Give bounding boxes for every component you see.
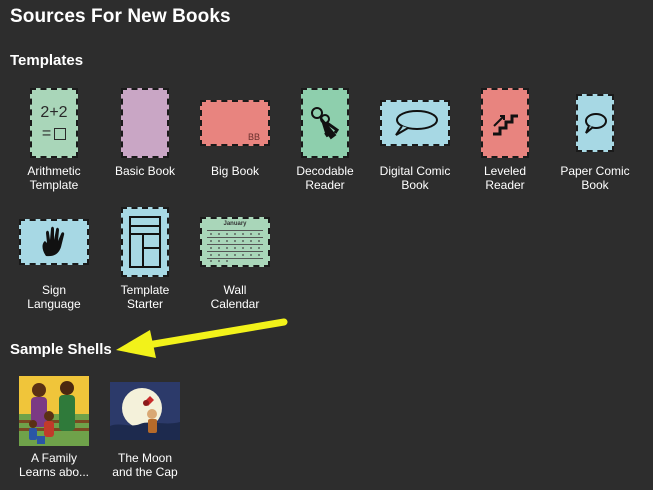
template-label: Wall Calendar	[210, 283, 260, 311]
shell-the-moon[interactable]: The Moon and the Cap	[100, 375, 190, 479]
template-label: Decodable Reader	[296, 164, 354, 192]
template-label: Big Book	[210, 164, 260, 178]
arithmetic-equals-text: =	[41, 125, 52, 142]
templates-heading: Templates	[10, 52, 84, 69]
answer-box-icon	[54, 128, 67, 140]
template-big-book[interactable]: BB Big Book	[190, 86, 280, 178]
calendar-icon: January	[200, 217, 270, 267]
speech-bubble-icon	[576, 94, 614, 152]
shell-label: A Family Learns abo...	[18, 451, 90, 479]
template-label: Sign Language	[27, 283, 81, 311]
keys-icon	[301, 88, 349, 158]
page-title: Sources For New Books	[10, 6, 231, 27]
moon-illustration	[110, 382, 180, 440]
template-sign-language[interactable]: Sign Language	[9, 205, 99, 311]
template-label: Basic Book	[114, 164, 176, 178]
template-leveled-reader[interactable]: Leveled Reader	[460, 86, 550, 192]
template-label: Arithmetic Template	[27, 164, 81, 192]
template-wall-calendar[interactable]: January Wall Calendar	[190, 205, 280, 311]
template-label: Paper Comic Book	[560, 164, 630, 192]
pointer-arrow	[116, 318, 288, 358]
template-digital-comic-book[interactable]: Digital Comic Book	[370, 86, 460, 192]
sample-shells-heading: Sample Shells	[10, 341, 112, 358]
shell-label: The Moon and the Cap	[112, 451, 178, 479]
blank-page-icon	[121, 88, 169, 158]
template-arithmetic[interactable]: 2+2 = Arithmetic Template	[9, 86, 99, 192]
arithmetic-top-text: 2+2	[40, 104, 68, 121]
template-label: Digital Comic Book	[379, 164, 451, 192]
layout-icon	[121, 207, 169, 277]
template-decodable-reader[interactable]: Decodable Reader	[280, 86, 370, 192]
template-label: Leveled Reader	[483, 164, 527, 192]
calendar-grid	[207, 230, 263, 262]
big-book-mark: BB	[247, 132, 260, 142]
stairs-icon	[481, 88, 529, 158]
calendar-month: January	[223, 221, 247, 227]
family-illustration	[19, 376, 89, 446]
arithmetic-icon: 2+2 =	[30, 88, 78, 158]
hand-icon	[19, 219, 89, 265]
template-template-starter[interactable]: Template Starter	[100, 205, 190, 311]
shell-a-family[interactable]: A Family Learns abo...	[9, 375, 99, 479]
template-label: Template Starter	[120, 283, 170, 311]
template-basic-book[interactable]: Basic Book	[100, 86, 190, 178]
template-paper-comic-book[interactable]: Paper Comic Book	[550, 86, 640, 192]
speech-bubble-icon	[380, 100, 450, 146]
big-book-page-icon: BB	[200, 100, 270, 146]
